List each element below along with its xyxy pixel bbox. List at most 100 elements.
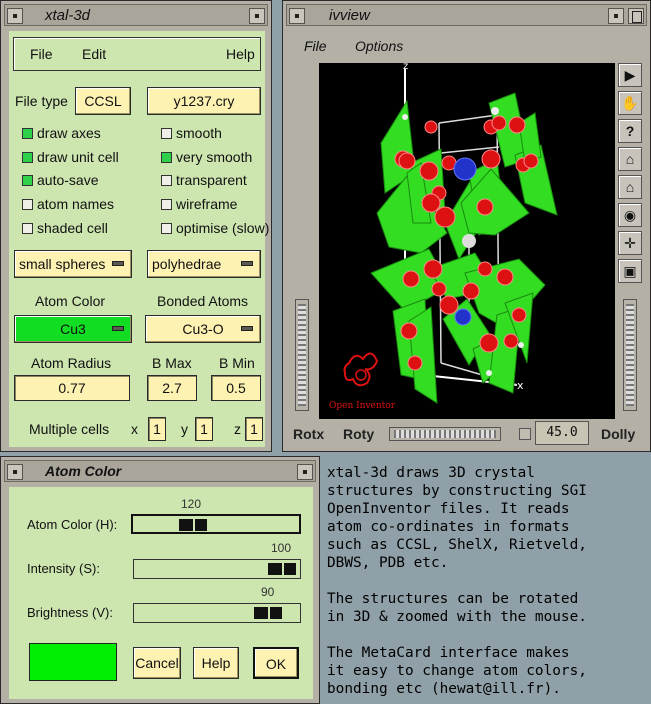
xtal-3d-titlebar[interactable]: xtal-3d — [4, 4, 268, 26]
checkbox-label: very smooth — [176, 149, 253, 165]
atom-radius-label: Atom Radius — [31, 355, 112, 371]
help-icon[interactable]: ? — [618, 119, 642, 143]
minimize-icon[interactable] — [297, 464, 313, 480]
maximize-icon[interactable] — [628, 8, 644, 24]
hue-slider[interactable] — [131, 514, 301, 534]
help-button[interactable]: Help — [193, 647, 239, 679]
sphere-mode-value: small spheres — [19, 256, 106, 272]
checkbox-box[interactable] — [22, 175, 33, 186]
window-title: ivview — [329, 7, 370, 24]
view-all-icon[interactable]: ◉ — [618, 203, 642, 227]
menu-help[interactable]: Help — [226, 46, 255, 62]
rotx-thumbwheel[interactable] — [295, 299, 309, 411]
window-menu-icon[interactable] — [7, 464, 23, 480]
description-line: atom co-ordinates in formats — [327, 519, 570, 535]
crystal-structure-render: z x Open Inventor — [329, 61, 558, 411]
window-title: Atom Color — [45, 463, 122, 479]
atom-radius-field[interactable]: 0.77 — [14, 375, 130, 401]
filename-field[interactable]: y1237.cry — [147, 87, 261, 115]
sphere-mode-menu[interactable]: small spheres — [14, 250, 132, 278]
file-type-button[interactable]: CCSL — [75, 87, 131, 115]
multiple-cells-label: Multiple cells — [29, 421, 110, 437]
zoom-slider-handle[interactable] — [519, 428, 531, 440]
axis-x-label: x — [517, 379, 524, 392]
ok-button[interactable]: OK — [253, 647, 299, 679]
checkbox-box[interactable] — [161, 152, 172, 163]
val-slider-thumb[interactable] — [254, 607, 282, 619]
atom-color-titlebar[interactable]: Atom Color — [4, 460, 316, 482]
cells-y-label: y — [181, 421, 188, 437]
logo-text: Open Inventor — [329, 401, 396, 411]
description-text: xtal-3d draws 3D crystal structures by c… — [320, 456, 651, 704]
sat-slider[interactable] — [133, 559, 301, 579]
zoom-value-field[interactable]: 45.0 — [535, 421, 589, 445]
arrow-pointer-icon[interactable]: ▶ — [618, 63, 642, 87]
hue-slider-thumb[interactable] — [179, 519, 207, 531]
checkbox-label: shaded cell — [37, 220, 108, 236]
checkbox-label: wireframe — [176, 196, 238, 212]
description-line: The structures can be rotated — [327, 591, 579, 607]
checkbox-label: transparent — [176, 172, 247, 188]
checkbox-box[interactable] — [22, 128, 33, 139]
ivview-window: ivview File Options z x Open Inventor ▶ … — [282, 0, 651, 452]
cells-z-field[interactable]: 1 — [245, 417, 263, 441]
menu-options[interactable]: Options — [355, 38, 403, 54]
bmin-field[interactable]: 0.5 — [211, 375, 261, 401]
cells-x-label: x — [131, 421, 138, 437]
description-line: in 3D & zoomed with the mouse. — [327, 609, 587, 625]
val-value: 90 — [261, 585, 275, 599]
checkbox-box[interactable] — [22, 199, 33, 210]
menu-file[interactable]: File — [304, 38, 327, 54]
open-inventor-logo: Open Inventor — [329, 352, 396, 411]
3d-viewer[interactable]: z x Open Inventor — [319, 61, 615, 419]
checkbox-box[interactable] — [22, 223, 33, 234]
seek-icon[interactable]: ✛ — [618, 231, 642, 255]
hue-label: Atom Color (H): — [27, 517, 118, 532]
bonded-atoms-label: Bonded Atoms — [157, 293, 249, 309]
atom-color-label: Atom Color — [35, 293, 106, 309]
cancel-button[interactable]: Cancel — [133, 647, 181, 679]
set-home-icon[interactable]: ⌂ — [618, 175, 642, 199]
thumbwheel-ridges — [298, 304, 306, 406]
window-title: xtal-3d — [45, 7, 91, 24]
checkbox-box[interactable] — [22, 152, 33, 163]
menu-edit[interactable]: Edit — [82, 46, 106, 62]
bmax-label: B Max — [152, 355, 192, 371]
sat-slider-thumb[interactable] — [268, 563, 296, 575]
description-line: structures by constructing SGI — [327, 483, 587, 499]
cells-y-field[interactable]: 1 — [195, 417, 213, 441]
ivview-titlebar[interactable]: ivview — [286, 4, 647, 26]
thumbwheel-ridges — [626, 304, 634, 406]
sat-label: Intensity (S): — [27, 561, 100, 576]
bonded-atoms-menu[interactable]: Cu3-O — [145, 315, 261, 343]
ivview-menubar: File Options — [287, 31, 648, 59]
bmax-field[interactable]: 2.7 — [147, 375, 197, 401]
dolly-label: Dolly — [601, 426, 636, 442]
checkbox-box[interactable] — [161, 175, 172, 186]
checkbox-label: smooth — [176, 125, 222, 141]
minimize-icon[interactable] — [249, 8, 265, 24]
checkbox-box[interactable] — [161, 128, 172, 139]
checkbox-box[interactable] — [161, 199, 172, 210]
roty-thumbwheel[interactable] — [389, 427, 501, 441]
menu-file[interactable]: File — [30, 46, 53, 62]
draw-mode-menu[interactable]: polyhedrae — [147, 250, 261, 278]
option-menu-indicator-icon — [112, 261, 124, 266]
option-menu-indicator-icon — [241, 326, 253, 331]
atom-color-value: Cu3 — [60, 321, 86, 337]
checkbox-box[interactable] — [161, 223, 172, 234]
window-menu-icon[interactable] — [289, 8, 305, 24]
val-slider[interactable] — [133, 603, 301, 623]
perspective-icon[interactable]: ▣ — [618, 259, 642, 283]
hand-icon[interactable]: ✋ — [618, 91, 642, 115]
dolly-thumbwheel[interactable] — [623, 299, 637, 411]
atom-color-menu[interactable]: Cu3 — [14, 315, 132, 343]
cells-x-field[interactable]: 1 — [148, 417, 166, 441]
window-menu-icon[interactable] — [7, 8, 23, 24]
bonded-atoms-value: Cu3-O — [182, 321, 224, 337]
home-icon[interactable]: ⌂ — [618, 147, 642, 171]
description-line: OpenInventor files. It reads — [327, 501, 570, 517]
minimize-icon[interactable] — [608, 8, 624, 24]
description-line: DBWS, PDB etc. — [327, 555, 449, 571]
checkbox-label: optimise (slow) — [176, 220, 270, 236]
